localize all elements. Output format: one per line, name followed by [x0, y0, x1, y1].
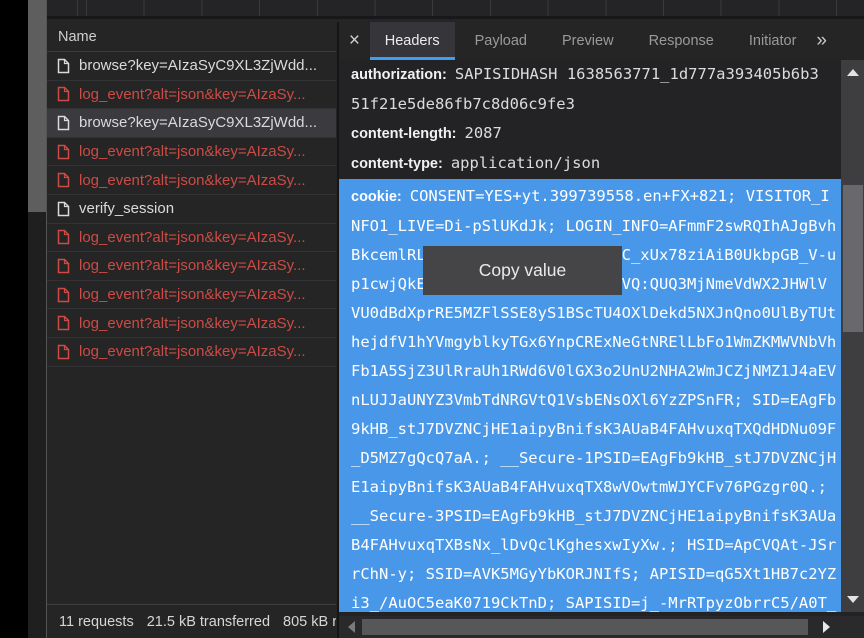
- vertical-scroll-thumb[interactable]: [843, 185, 863, 332]
- header-name: content-length:: [351, 126, 457, 142]
- request-label: verify_session: [79, 200, 174, 217]
- detail-tab-bar: × Headers Payload Preview Response Initi…: [339, 22, 864, 60]
- request-row[interactable]: verify_session: [47, 195, 336, 224]
- request-label: log_event?alt=json&key=AIzaSy...: [79, 86, 306, 103]
- request-row[interactable]: log_event?alt=json&key=AIzaSy...: [47, 309, 336, 338]
- close-button[interactable]: ×: [339, 22, 370, 60]
- scrollbar-corner: [839, 616, 864, 638]
- request-label: log_event?alt=json&key=AIzaSy...: [79, 229, 306, 246]
- tab-response[interactable]: Response: [634, 22, 729, 60]
- request-label: browse?key=AIzaSyC9XL3ZjWdd...: [79, 57, 317, 74]
- name-column-header: Name: [47, 22, 336, 52]
- header-value: SAPISIDHASH 1638563771_1d777a393405b6b3: [455, 65, 819, 83]
- page-scrollbar[interactable]: [28, 0, 46, 638]
- request-row[interactable]: log_event?alt=json&key=AIzaSy...: [47, 252, 336, 281]
- horizontal-scroll-thumb[interactable]: [362, 619, 808, 635]
- request-label: log_event?alt=json&key=AIzaSy...: [79, 172, 306, 189]
- header-value: CONSENT=YES+yt.399739558.en+FX+821; VISI…: [410, 187, 830, 205]
- request-label: log_event?alt=json&key=AIzaSy...: [79, 143, 306, 160]
- header-value: 2087: [465, 124, 502, 142]
- requests-list: browse?key=AIzaSyC9XL3ZjWdd... log_event…: [47, 52, 336, 367]
- network-overview-strip[interactable]: [47, 0, 864, 19]
- transferred-size: 21.5 kB transferred: [147, 614, 270, 630]
- request-row[interactable]: log_event?alt=json&key=AIzaSy...: [47, 166, 336, 195]
- file-icon: [57, 86, 70, 102]
- status-bar: 11 requests 21.5 kB transferred 805 kB r…: [47, 604, 336, 638]
- resources-size: 805 kB resources: [283, 614, 336, 630]
- file-icon: [57, 201, 70, 217]
- file-icon: [57, 144, 70, 160]
- file-icon: [57, 315, 70, 331]
- close-icon: ×: [349, 30, 360, 52]
- scroll-left-icon[interactable]: [348, 621, 355, 633]
- header-entry-content-type[interactable]: content-type: application/json: [351, 149, 841, 179]
- devtools-network-panel: Name browse?key=AIzaSyC9XL3ZjWdd... log_…: [46, 0, 864, 638]
- file-icon: [57, 58, 70, 74]
- vertical-scrollbar[interactable]: [841, 60, 864, 612]
- file-icon: [57, 287, 70, 303]
- request-label: browse?key=AIzaSyC9XL3ZjWdd...: [79, 114, 317, 131]
- more-tabs-chevron-icon[interactable]: »: [816, 22, 827, 60]
- request-row[interactable]: log_event?alt=json&key=AIzaSy...: [47, 224, 336, 253]
- tab-preview[interactable]: Preview: [547, 22, 629, 60]
- scroll-down-icon[interactable]: [847, 596, 859, 603]
- request-label: log_event?alt=json&key=AIzaSy...: [79, 315, 306, 332]
- file-icon: [57, 172, 70, 188]
- header-entry-authorization[interactable]: authorization: SAPISIDHASH 1638563771_1d7…: [351, 60, 841, 119]
- headers-detail-content: authorization: SAPISIDHASH 1638563771_1d7…: [339, 60, 841, 612]
- requests-panel: Name browse?key=AIzaSyC9XL3ZjWdd... log_…: [47, 22, 336, 638]
- copy-value-button[interactable]: Copy value: [423, 246, 622, 295]
- file-icon: [57, 229, 70, 245]
- request-row[interactable]: browse?key=AIzaSyC9XL3ZjWdd...: [47, 52, 336, 81]
- request-row[interactable]: log_event?alt=json&key=AIzaSy...: [47, 138, 336, 167]
- tab-initiator[interactable]: Initiator: [734, 22, 812, 60]
- tab-payload[interactable]: Payload: [460, 22, 542, 60]
- request-label: log_event?alt=json&key=AIzaSy...: [79, 286, 306, 303]
- file-icon: [57, 258, 70, 274]
- requests-count: 11 requests: [59, 614, 134, 630]
- request-row[interactable]: log_event?alt=json&key=AIzaSy...: [47, 338, 336, 367]
- header-name: authorization:: [351, 67, 447, 83]
- file-icon: [57, 115, 70, 131]
- header-entry-content-length[interactable]: content-length: 2087: [351, 119, 841, 149]
- header-name: cookie:: [351, 189, 402, 205]
- header-entry-cookie[interactable]: cookie: CONSENT=YES+yt.399739558.en+FX+82…: [339, 179, 841, 612]
- file-icon: [57, 344, 70, 360]
- request-label: log_event?alt=json&key=AIzaSy...: [79, 343, 306, 360]
- scroll-up-icon[interactable]: [847, 69, 859, 76]
- scroll-right-icon[interactable]: [823, 621, 830, 633]
- page-scrollbar-thumb[interactable]: [28, 0, 46, 212]
- request-row[interactable]: log_event?alt=json&key=AIzaSy...: [47, 281, 336, 310]
- header-name: content-type:: [351, 156, 443, 172]
- request-row[interactable]: browse?key=AIzaSyC9XL3ZjWdd...: [47, 109, 336, 138]
- tab-headers[interactable]: Headers: [370, 22, 455, 60]
- request-detail-panel: × Headers Payload Preview Response Initi…: [337, 22, 864, 638]
- request-label: log_event?alt=json&key=AIzaSy...: [79, 257, 306, 274]
- header-value: application/json: [451, 154, 600, 172]
- request-row[interactable]: log_event?alt=json&key=AIzaSy...: [47, 81, 336, 110]
- horizontal-scrollbar[interactable]: [339, 616, 839, 638]
